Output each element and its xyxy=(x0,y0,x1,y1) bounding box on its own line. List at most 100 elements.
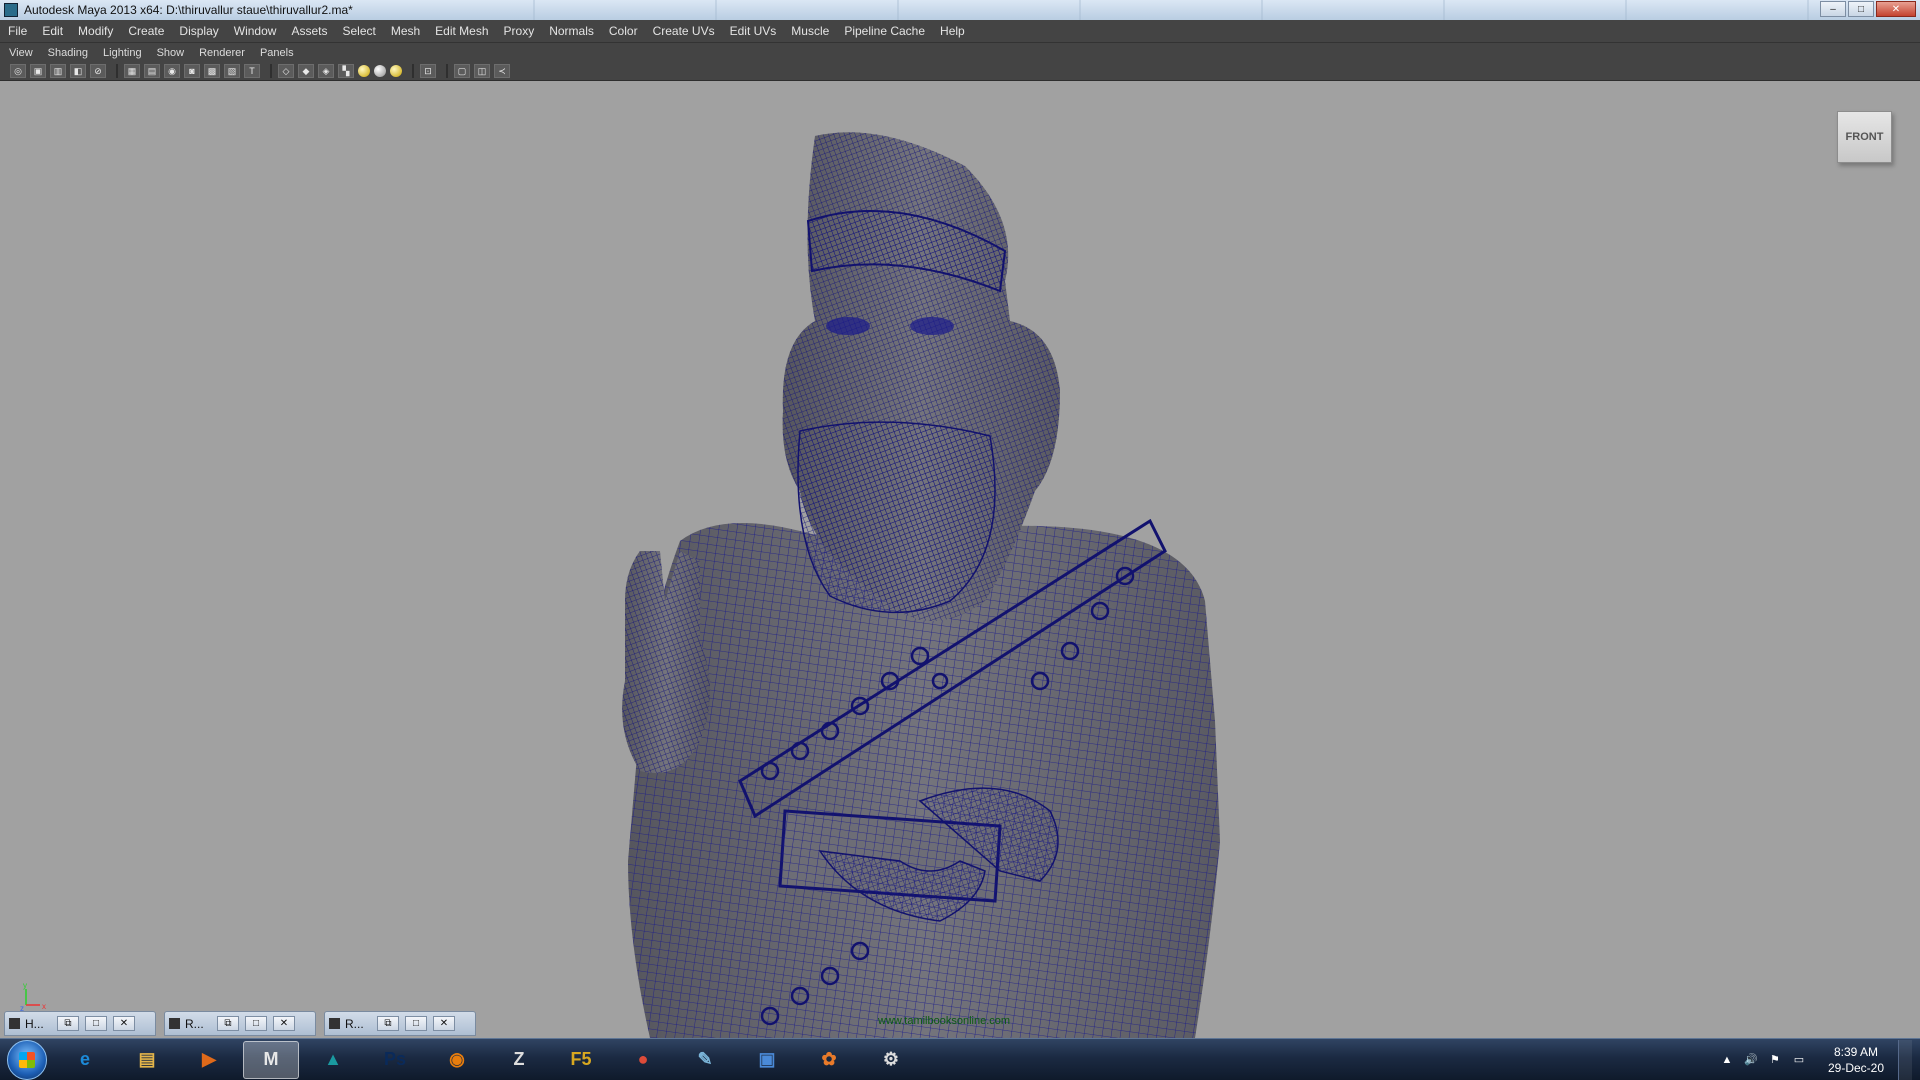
toolbar-separator xyxy=(116,64,118,78)
taskbar-app-media-player[interactable]: ▶ xyxy=(181,1041,237,1079)
menu-assets[interactable]: Assets xyxy=(291,24,327,38)
wireframe-icon[interactable]: ◇ xyxy=(278,64,294,78)
field-chart-icon[interactable]: ▩ xyxy=(204,64,220,78)
toolbar-separator xyxy=(270,64,272,78)
toolbar-separator xyxy=(412,64,414,78)
taskbar-app-notepad[interactable]: ✎ xyxy=(677,1041,733,1079)
media-player-icon: ▶ xyxy=(202,1049,216,1069)
volume-icon[interactable]: 🔊 xyxy=(1744,1053,1758,1067)
minimized-window-2[interactable]: R... ⧉ □ ✕ xyxy=(164,1011,316,1036)
view-cube[interactable]: FRONT xyxy=(1837,111,1892,163)
taskbar-app-windows-explorer[interactable]: ▤ xyxy=(119,1041,175,1079)
xray-joints-icon[interactable]: ◫ xyxy=(474,64,490,78)
restore-button[interactable]: ⧉ xyxy=(57,1016,79,1031)
minimized-window-1[interactable]: H... ⧉ □ ✕ xyxy=(4,1011,156,1036)
close-button[interactable]: ✕ xyxy=(1876,1,1916,17)
statue-wireframe-mesh[interactable] xyxy=(0,81,1920,1038)
close-button[interactable]: ✕ xyxy=(113,1016,135,1031)
menu-muscle[interactable]: Muscle xyxy=(791,24,829,38)
menu-edit-uvs[interactable]: Edit UVs xyxy=(730,24,777,38)
select-camera-icon[interactable]: ◎ xyxy=(10,64,26,78)
f5-icon: F5 xyxy=(570,1049,592,1069)
taskbar-app-f5[interactable]: F5 xyxy=(553,1041,609,1079)
close-button[interactable]: ✕ xyxy=(433,1016,455,1031)
show-hidden-icons-icon[interactable]: ▲ xyxy=(1720,1053,1734,1067)
restore-button[interactable]: ⧉ xyxy=(377,1016,399,1031)
paint-icon: ✿ xyxy=(821,1049,837,1069)
menu-color[interactable]: Color xyxy=(609,24,638,38)
gate-mask-icon[interactable]: ◙ xyxy=(184,64,200,78)
panel-menu-view[interactable]: View xyxy=(9,47,33,59)
panel-menu-show[interactable]: Show xyxy=(157,47,185,59)
menu-pipeline-cache[interactable]: Pipeline Cache xyxy=(844,24,925,38)
watermark-text: www.tamilbooksonline.com xyxy=(878,1015,1011,1027)
panel-menu-shading[interactable]: Shading xyxy=(48,47,88,59)
taskbar-apps: e ▤ ▶ M ▲ Ps ◉ Z F5 ● ✎ ▣ ✿ ⚙ xyxy=(57,1040,925,1079)
windows-explorer-icon: ▤ xyxy=(138,1049,156,1069)
taskbar-app-internet-explorer[interactable]: e xyxy=(57,1041,113,1079)
resolution-gate-icon[interactable]: ◉ xyxy=(164,64,180,78)
menu-proxy[interactable]: Proxy xyxy=(504,24,535,38)
maximize-button[interactable]: □ xyxy=(245,1016,267,1031)
safe-action-icon[interactable]: ▧ xyxy=(224,64,240,78)
bookmark-icon[interactable]: ▥ xyxy=(50,64,66,78)
maya-app-icon[interactable] xyxy=(4,3,18,17)
smooth-shade-icon[interactable]: ◆ xyxy=(298,64,314,78)
share-icon[interactable]: ≺ xyxy=(494,64,510,78)
textured-icon[interactable]: ▚ xyxy=(338,64,354,78)
grid-icon[interactable]: ▦ xyxy=(124,64,140,78)
menu-display[interactable]: Display xyxy=(179,24,218,38)
use-default-light-icon[interactable] xyxy=(358,65,370,77)
panel-menu-lighting[interactable]: Lighting xyxy=(103,47,142,59)
taskbar-app-chrome[interactable]: ● xyxy=(615,1041,671,1079)
start-button[interactable] xyxy=(7,1039,47,1080)
clock[interactable]: 8:39 AM 29-Dec-20 xyxy=(1828,1044,1884,1076)
window-title: Autodesk Maya 2013 x64: D:\thiruvallur s… xyxy=(24,3,353,17)
perspective-viewport[interactable]: FRONT y z x www.tamilbooksonline.com xyxy=(0,81,1920,1038)
menu-edit[interactable]: Edit xyxy=(42,24,63,38)
menu-normals[interactable]: Normals xyxy=(549,24,594,38)
action-center-flag-icon[interactable]: ⚑ xyxy=(1768,1053,1782,1067)
menu-file[interactable]: File xyxy=(8,24,27,38)
blender-icon: ◉ xyxy=(449,1049,465,1069)
isolate-select-icon[interactable]: ⊡ xyxy=(420,64,436,78)
network-icon[interactable]: ▭ xyxy=(1792,1053,1806,1067)
two-d-pan-zoom-icon[interactable]: ⊘ xyxy=(90,64,106,78)
show-desktop-button[interactable] xyxy=(1898,1039,1912,1080)
panel-menu-panels[interactable]: Panels xyxy=(260,47,294,59)
menu-create[interactable]: Create xyxy=(128,24,164,38)
taskbar-app-paint[interactable]: ✿ xyxy=(801,1041,857,1079)
taskbar-app-screen-capture[interactable]: ▣ xyxy=(739,1041,795,1079)
film-gate-icon[interactable]: ▤ xyxy=(144,64,160,78)
panel-menu-renderer[interactable]: Renderer xyxy=(199,47,245,59)
maximize-button[interactable]: □ xyxy=(405,1016,427,1031)
wireframe-on-shaded-icon[interactable]: ◈ xyxy=(318,64,334,78)
minimize-button[interactable]: ‒ xyxy=(1820,1,1846,17)
menu-create-uvs[interactable]: Create UVs xyxy=(653,24,715,38)
taskbar-app-maya[interactable]: M xyxy=(243,1040,299,1079)
use-all-lights-icon[interactable] xyxy=(374,65,386,77)
shadows-icon[interactable] xyxy=(390,65,402,77)
taskbar-app-blender[interactable]: ◉ xyxy=(429,1041,485,1079)
menu-select[interactable]: Select xyxy=(342,24,375,38)
maximize-button[interactable]: □ xyxy=(1848,1,1874,17)
safe-title-icon[interactable]: T xyxy=(244,64,260,78)
xray-icon[interactable]: ▢ xyxy=(454,64,470,78)
restore-button[interactable]: ⧉ xyxy=(217,1016,239,1031)
taskbar-app-zbrush[interactable]: Z xyxy=(491,1041,547,1079)
image-plane-icon[interactable]: ◧ xyxy=(70,64,86,78)
menu-mesh[interactable]: Mesh xyxy=(391,24,420,38)
axis-label-y: y xyxy=(23,981,27,990)
menu-window[interactable]: Window xyxy=(234,24,277,38)
menu-help[interactable]: Help xyxy=(940,24,965,38)
close-button[interactable]: ✕ xyxy=(273,1016,295,1031)
maximize-button[interactable]: □ xyxy=(85,1016,107,1031)
taskbar-app-mudbox[interactable]: ▲ xyxy=(305,1041,361,1079)
taskbar-app-tools[interactable]: ⚙ xyxy=(863,1041,919,1079)
camera-attributes-icon[interactable]: ▣ xyxy=(30,64,46,78)
taskbar-app-photoshop[interactable]: Ps xyxy=(367,1041,423,1079)
minimized-window-3[interactable]: R... ⧉ □ ✕ xyxy=(324,1011,476,1036)
menu-modify[interactable]: Modify xyxy=(78,24,113,38)
menu-edit-mesh[interactable]: Edit Mesh xyxy=(435,24,488,38)
panel-menu-bar: View Shading Lighting Show Renderer Pane… xyxy=(0,43,1920,62)
